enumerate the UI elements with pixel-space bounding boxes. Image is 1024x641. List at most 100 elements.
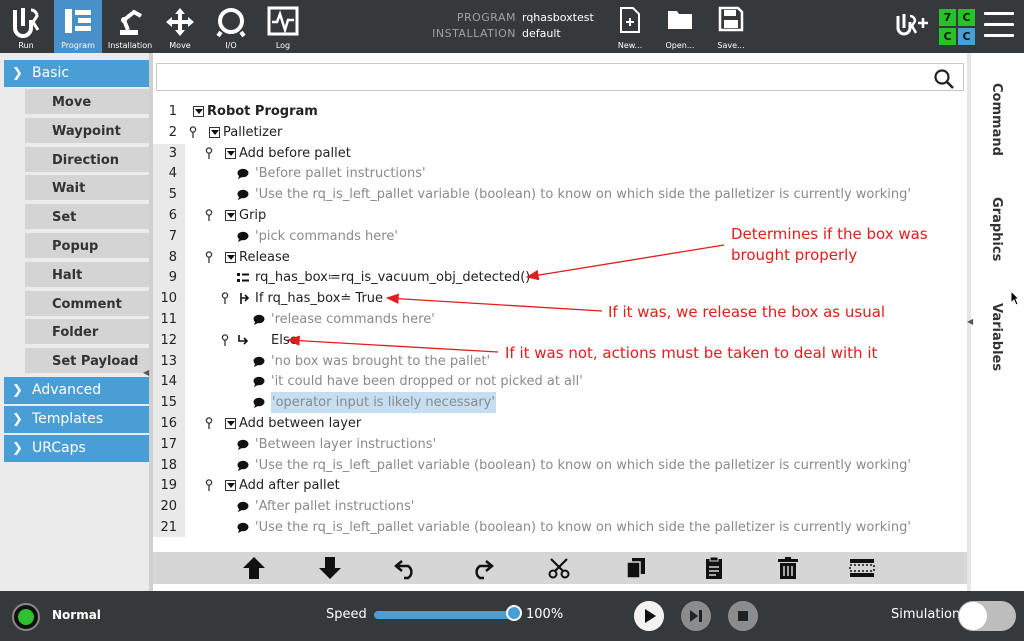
tab-variables[interactable]: Variables — [989, 303, 1004, 371]
program-line[interactable]: 1 Robot Program — [153, 101, 967, 122]
chevron-right-icon: ❯ — [12, 441, 23, 456]
node-label: Release — [239, 249, 290, 265]
chevron-right-icon: ❯ — [12, 383, 23, 398]
ur-plus-icon[interactable] — [895, 12, 931, 40]
sidebar-item-popup[interactable]: Popup — [25, 233, 149, 260]
play-button[interactable] — [634, 601, 664, 631]
tab-io[interactable]: I/O — [208, 0, 254, 53]
line-number: 20 — [160, 499, 177, 515]
sidebar-item-move[interactable]: Move — [25, 89, 149, 116]
collapse-handle-icon[interactable]: ◀ — [143, 368, 153, 382]
program-line[interactable]: 4 'Before pallet instructions' — [153, 163, 967, 184]
breakpoint-pin-icon[interactable] — [189, 126, 197, 138]
redo-icon[interactable] — [469, 556, 495, 580]
sidebar-item-folder[interactable]: Folder — [25, 319, 149, 347]
breakpoint-pin-icon[interactable] — [205, 209, 213, 221]
simulation-toggle[interactable] — [958, 601, 1016, 631]
speed-slider[interactable] — [374, 611, 514, 619]
program-line[interactable]: 16 Add between layer — [153, 413, 967, 434]
assignment-icon — [237, 273, 249, 283]
robot-arm-icon — [120, 9, 142, 35]
breakpoint-pin-icon[interactable] — [221, 334, 229, 346]
collapse-toggle-icon[interactable] — [225, 418, 236, 429]
line-number: 13 — [160, 353, 177, 369]
program-line[interactable]: 18 'Use the rq_is_left_pallet variable (b… — [153, 455, 967, 476]
tab-program-label: Program — [61, 41, 95, 50]
breakpoint-pin-icon[interactable] — [205, 250, 213, 263]
line-number: 11 — [160, 312, 177, 327]
suppress-icon[interactable] — [849, 556, 875, 580]
tab-log[interactable]: Log — [260, 0, 306, 53]
collapse-toggle-icon[interactable] — [225, 480, 236, 492]
undo-icon[interactable] — [393, 556, 419, 580]
program-line[interactable]: 20 'After pallet instructions' — [153, 496, 967, 517]
collapse-toggle-icon[interactable] — [209, 126, 220, 138]
section-advanced[interactable]: ❯ Advanced — [4, 377, 149, 404]
collapse-toggle-icon[interactable] — [225, 147, 236, 159]
copy-icon[interactable] — [623, 556, 649, 580]
tab-command[interactable]: Command — [989, 83, 1004, 156]
program-line[interactable]: 15 'operator input is likely necessary' — [153, 392, 967, 414]
tab-move[interactable]: Move — [158, 0, 202, 53]
collapse-toggle-icon[interactable] — [193, 106, 204, 117]
open-button[interactable]: Open... — [662, 0, 698, 53]
comment-icon — [253, 397, 265, 409]
section-label: URCaps — [32, 440, 86, 456]
chevron-down-icon: ❯ — [12, 66, 23, 81]
program-line[interactable]: 5 'Use the rq_is_left_pallet variable (bo… — [153, 184, 967, 205]
tab-run[interactable]: Run — [5, 0, 47, 53]
expand-handle-icon[interactable]: ◀ — [967, 317, 973, 326]
sidebar-item-wait[interactable]: Wait — [25, 175, 149, 203]
speed-slider-handle[interactable] — [506, 605, 522, 621]
program-line[interactable]: 3 Add before pallet — [153, 143, 967, 164]
breakpoint-pin-icon[interactable] — [205, 417, 213, 429]
breakpoint-pin-icon[interactable] — [205, 479, 213, 492]
section-templates[interactable]: ❯ Templates — [4, 406, 149, 433]
collapse-toggle-icon[interactable] — [225, 210, 236, 221]
hamburger-menu-icon[interactable] — [984, 12, 1014, 40]
program-line[interactable]: 9 rq_has_box≔rq_is_vacuum_obj_detected() — [153, 267, 967, 288]
program-line[interactable]: 6 Grip — [153, 205, 967, 226]
sidebar-item-set-payload[interactable]: Set Payload — [25, 348, 149, 376]
cut-icon[interactable] — [547, 556, 573, 580]
search-icon[interactable] — [933, 68, 955, 90]
robot-status-text: Normal — [52, 608, 101, 622]
search-input[interactable] — [156, 63, 964, 91]
new-button[interactable]: New... — [612, 0, 648, 53]
sidebar-item-set[interactable]: Set — [25, 204, 149, 232]
sidebar-item-waypoint[interactable]: Waypoint — [25, 117, 149, 145]
step-button[interactable] — [681, 601, 711, 631]
sidebar-item-comment[interactable]: Comment — [25, 290, 149, 318]
collapse-toggle-icon[interactable] — [225, 251, 236, 263]
comment-icon — [253, 377, 265, 388]
comment-icon — [237, 169, 249, 180]
program-line[interactable]: 14 'it could have been dropped or not pic… — [153, 371, 967, 392]
breakpoint-pin-icon[interactable] — [221, 292, 229, 305]
stop-button[interactable] — [728, 601, 758, 631]
sidebar-item-halt[interactable]: Halt — [25, 261, 149, 289]
breakpoint-pin-icon[interactable] — [205, 146, 213, 159]
tab-log-label: Log — [275, 41, 291, 50]
section-urcaps[interactable]: ❯ URCaps — [4, 435, 149, 462]
line-number: 14 — [160, 374, 177, 390]
comment-text: 'Use the rq_is_left_pallet variable (boo… — [255, 457, 911, 473]
program-line[interactable]: 21 'Use the rq_is_left_pallet variable (b… — [153, 517, 967, 538]
tab-program[interactable]: Program — [54, 0, 102, 53]
paste-icon[interactable] — [701, 556, 727, 580]
robot-status-icon[interactable] — [12, 603, 40, 631]
program-icon — [65, 9, 91, 33]
node-label: Add after pallet — [239, 478, 340, 494]
delete-icon[interactable] — [775, 556, 801, 580]
save-button[interactable]: Save... — [712, 0, 750, 53]
move-down-icon[interactable] — [317, 556, 343, 580]
tab-installation[interactable]: Installation — [106, 0, 154, 53]
section-basic[interactable]: ❯ Basic — [4, 60, 149, 87]
sidebar-item-direction[interactable]: Direction — [25, 146, 149, 174]
program-line[interactable]: 17 'Between layer instructions' — [153, 434, 967, 455]
program-line[interactable]: 2 Palletizer — [153, 122, 967, 143]
comment-text: 'no box was brought to the pallet' — [271, 353, 491, 369]
tab-graphics[interactable]: Graphics — [989, 197, 1004, 261]
move-up-icon[interactable] — [241, 556, 267, 580]
safety-checksum[interactable]: 7 C C C — [939, 9, 975, 45]
program-line[interactable]: 19 Add after pallet — [153, 475, 967, 496]
